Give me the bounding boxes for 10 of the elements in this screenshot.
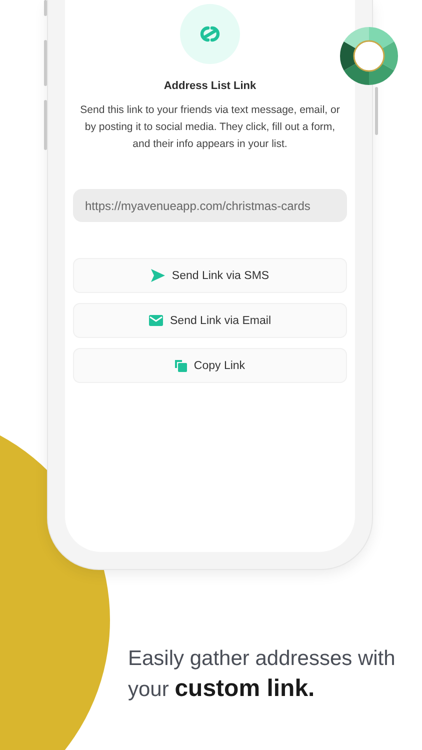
copy-link-button[interactable]: Copy Link [73,348,347,383]
screen-title: Address List Link [164,80,256,92]
send-link-button[interactable]: Send Link via SMS [73,258,347,293]
copy-icon [174,360,187,372]
link-field[interactable]: https://myavenueapp.com/christmas-cards [73,189,347,222]
send-icon [150,269,165,282]
caption-text: Easily gather addresses with your custom link. [128,646,396,704]
description-text: Send this link to your friends via text message, email, or by posting it to social media. They click, fill out a form, and their info appears in your list. [79,103,341,152]
envelope-icon [149,315,163,326]
send-link-button[interactable]: Send Link via Email [73,303,347,338]
